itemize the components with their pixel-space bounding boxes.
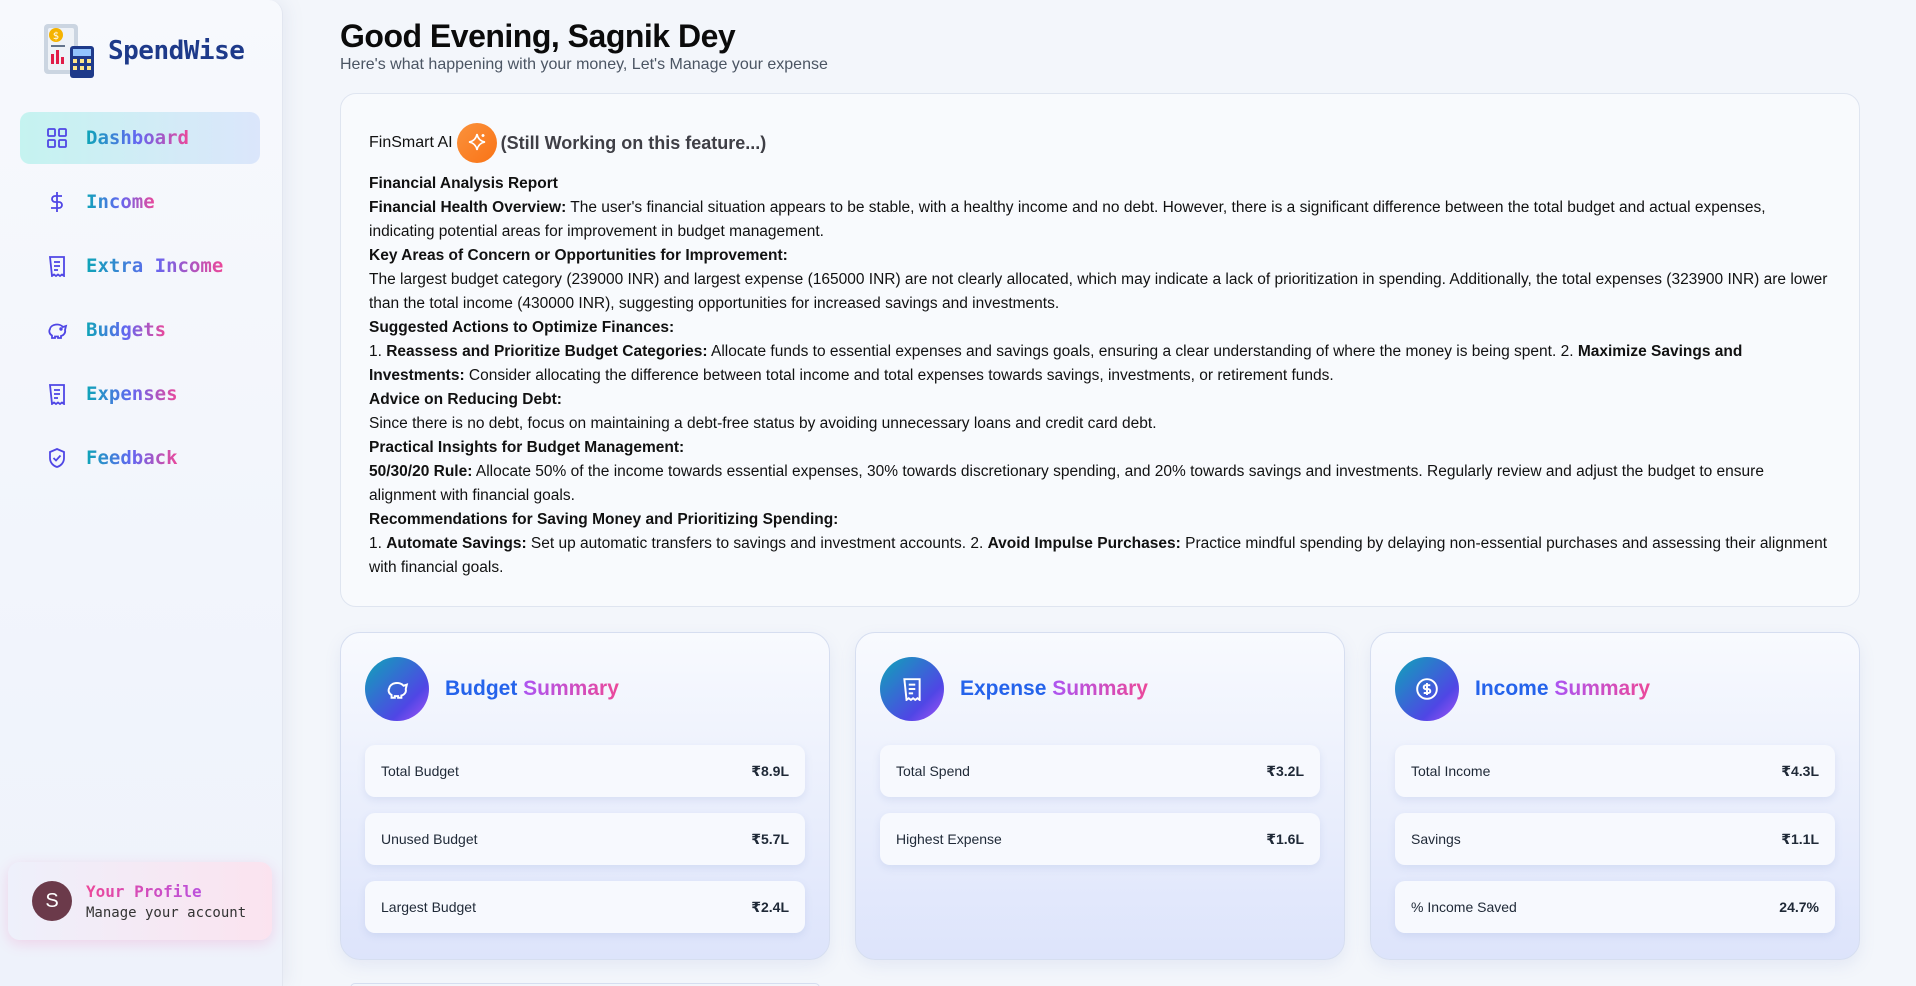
sidebar: $ SpendWise Dashboard Income Extra Incom… — [0, 0, 283, 986]
summary-row: Total Income ₹4.3L — [1395, 745, 1835, 797]
income-summary-card: Income Summary Total Income ₹4.3L Savings… — [1370, 632, 1860, 960]
ai-report: Financial Analysis Report Financial Heal… — [369, 172, 1831, 580]
sidebar-item-label: Income — [86, 191, 155, 213]
health-label: Financial Health Overview: — [369, 199, 567, 216]
row-value: ₹2.4L — [751, 898, 789, 915]
sidebar-item-income[interactable]: Income — [20, 176, 260, 228]
actions-title: Suggested Actions to Optimize Finances: — [369, 319, 675, 336]
ai-name: FinSmart AI — [369, 134, 453, 151]
row-label: Total Budget — [381, 763, 459, 779]
profile-subtitle: Manage your account — [86, 904, 247, 921]
avatar: S — [32, 881, 72, 921]
summary-row: Unused Budget ₹5.7L — [365, 813, 805, 865]
report-title: Financial Analysis Report — [369, 175, 558, 192]
sidebar-item-label: Budgets — [86, 319, 167, 341]
saving-title: Recommendations for Saving Money and Pri… — [369, 511, 839, 528]
receipt-icon — [46, 383, 68, 405]
shield-check-icon — [46, 447, 68, 469]
calculator-logo-icon: $ — [40, 20, 102, 82]
sidebar-item-label: Expenses — [86, 383, 178, 405]
sidebar-item-label: Dashboard — [86, 127, 189, 149]
row-value: ₹5.7L — [751, 830, 789, 847]
row-value: ₹3.2L — [1266, 762, 1304, 779]
ai-status: (Still Working on this feature...) — [500, 132, 767, 153]
receipt-icon — [46, 255, 68, 277]
summary-row: Total Spend ₹3.2L — [880, 745, 1320, 797]
row-label: % Income Saved — [1411, 899, 1517, 915]
health-text: The user's financial situation appears t… — [369, 199, 1766, 240]
saving1-text: Set up automatic transfers to savings an… — [526, 535, 988, 552]
row-label: Highest Expense — [896, 831, 1002, 847]
debt-title: Advice on Reducing Debt: — [369, 391, 562, 408]
row-value: ₹1.1L — [1781, 830, 1819, 847]
summary-row: Highest Expense ₹1.6L — [880, 813, 1320, 865]
sidebar-item-dashboard[interactable]: Dashboard — [20, 112, 260, 164]
summary-row: % Income Saved 24.7% — [1395, 881, 1835, 933]
action1-label: Reassess and Prioritize Budget Categorie… — [386, 343, 708, 360]
card-title: Expense Summary — [960, 677, 1148, 700]
sidebar-item-budgets[interactable]: Budgets — [20, 304, 260, 356]
card-title: Budget Summary — [445, 677, 619, 700]
page-subtitle: Here's what happening with your money, L… — [340, 56, 828, 73]
app-name: SpendWise — [108, 36, 245, 66]
row-label: Unused Budget — [381, 831, 478, 847]
profile-title: Your Profile — [86, 882, 246, 901]
insights-title: Practical Insights for Budget Management… — [369, 439, 685, 456]
row-value: ₹8.9L — [751, 762, 789, 779]
grid-icon — [46, 127, 68, 149]
row-label: Savings — [1411, 831, 1461, 847]
row-value: 24.7% — [1779, 899, 1819, 915]
profile-button[interactable]: S Your Profile Manage your account — [8, 862, 272, 940]
row-value: ₹4.3L — [1781, 762, 1819, 779]
summary-row: Savings ₹1.1L — [1395, 813, 1835, 865]
sidebar-item-label: Extra Income — [86, 255, 224, 277]
dollar-icon — [46, 191, 68, 213]
card-title: Income Summary — [1475, 677, 1651, 700]
sidebar-item-feedback[interactable]: Feedback — [20, 432, 260, 484]
expense-summary-card: Expense Summary Total Spend ₹3.2L Highest… — [855, 632, 1345, 960]
card-header: Budget Summary — [365, 657, 805, 721]
row-label: Total Income — [1411, 763, 1491, 779]
concern-text: The largest budget category (239000 INR)… — [369, 271, 1828, 312]
row-label: Total Spend — [896, 763, 970, 779]
action-prefix: 1. — [369, 343, 387, 360]
svg-text:$: $ — [53, 31, 59, 42]
rule-text: Allocate 50% of the income towards essen… — [369, 463, 1764, 504]
saving1-label: Automate Savings: — [386, 535, 527, 552]
sidebar-item-label: Feedback — [86, 447, 178, 469]
debt-text: Since there is no debt, focus on maintai… — [369, 415, 1157, 432]
action1-text: Allocate funds to essential expenses and… — [707, 343, 1578, 360]
action2-text: Consider allocating the difference betwe… — [464, 367, 1334, 384]
page-title: Good Evening, Sagnik Dey — [340, 18, 736, 54]
app-logo[interactable]: $ SpendWise — [40, 20, 245, 82]
ai-header: FinSmart AI (Still Working on this featu… — [369, 122, 1831, 164]
sidebar-nav: Dashboard Income Extra Income Budgets Ex… — [20, 112, 260, 496]
row-value: ₹1.6L — [1266, 830, 1304, 847]
summary-row: Total Budget ₹8.9L — [365, 745, 805, 797]
sparkle-icon — [456, 123, 497, 163]
budget-summary-card: Budget Summary Total Budget ₹8.9L Unused … — [340, 632, 830, 960]
dollar-circle-icon — [1395, 657, 1459, 721]
card-header: Income Summary — [1395, 657, 1835, 721]
piggy-bank-icon — [365, 657, 429, 721]
card-header: Expense Summary — [880, 657, 1320, 721]
profile-text: Your Profile Manage your account — [86, 882, 246, 921]
concern-title: Key Areas of Concern or Opportunities fo… — [369, 247, 788, 264]
piggy-bank-icon — [46, 319, 68, 341]
saving2-label: Avoid Impulse Purchases: — [987, 535, 1181, 552]
row-label: Largest Budget — [381, 899, 476, 915]
saving-prefix: 1. — [369, 535, 387, 552]
summary-row: Largest Budget ₹2.4L — [365, 881, 805, 933]
ai-report-card: FinSmart AI (Still Working on this featu… — [340, 93, 1860, 607]
sidebar-item-expenses[interactable]: Expenses — [20, 368, 260, 420]
rule-label: 50/30/20 Rule: — [369, 463, 473, 480]
receipt-icon — [880, 657, 944, 721]
sidebar-item-extra-income[interactable]: Extra Income — [20, 240, 260, 292]
